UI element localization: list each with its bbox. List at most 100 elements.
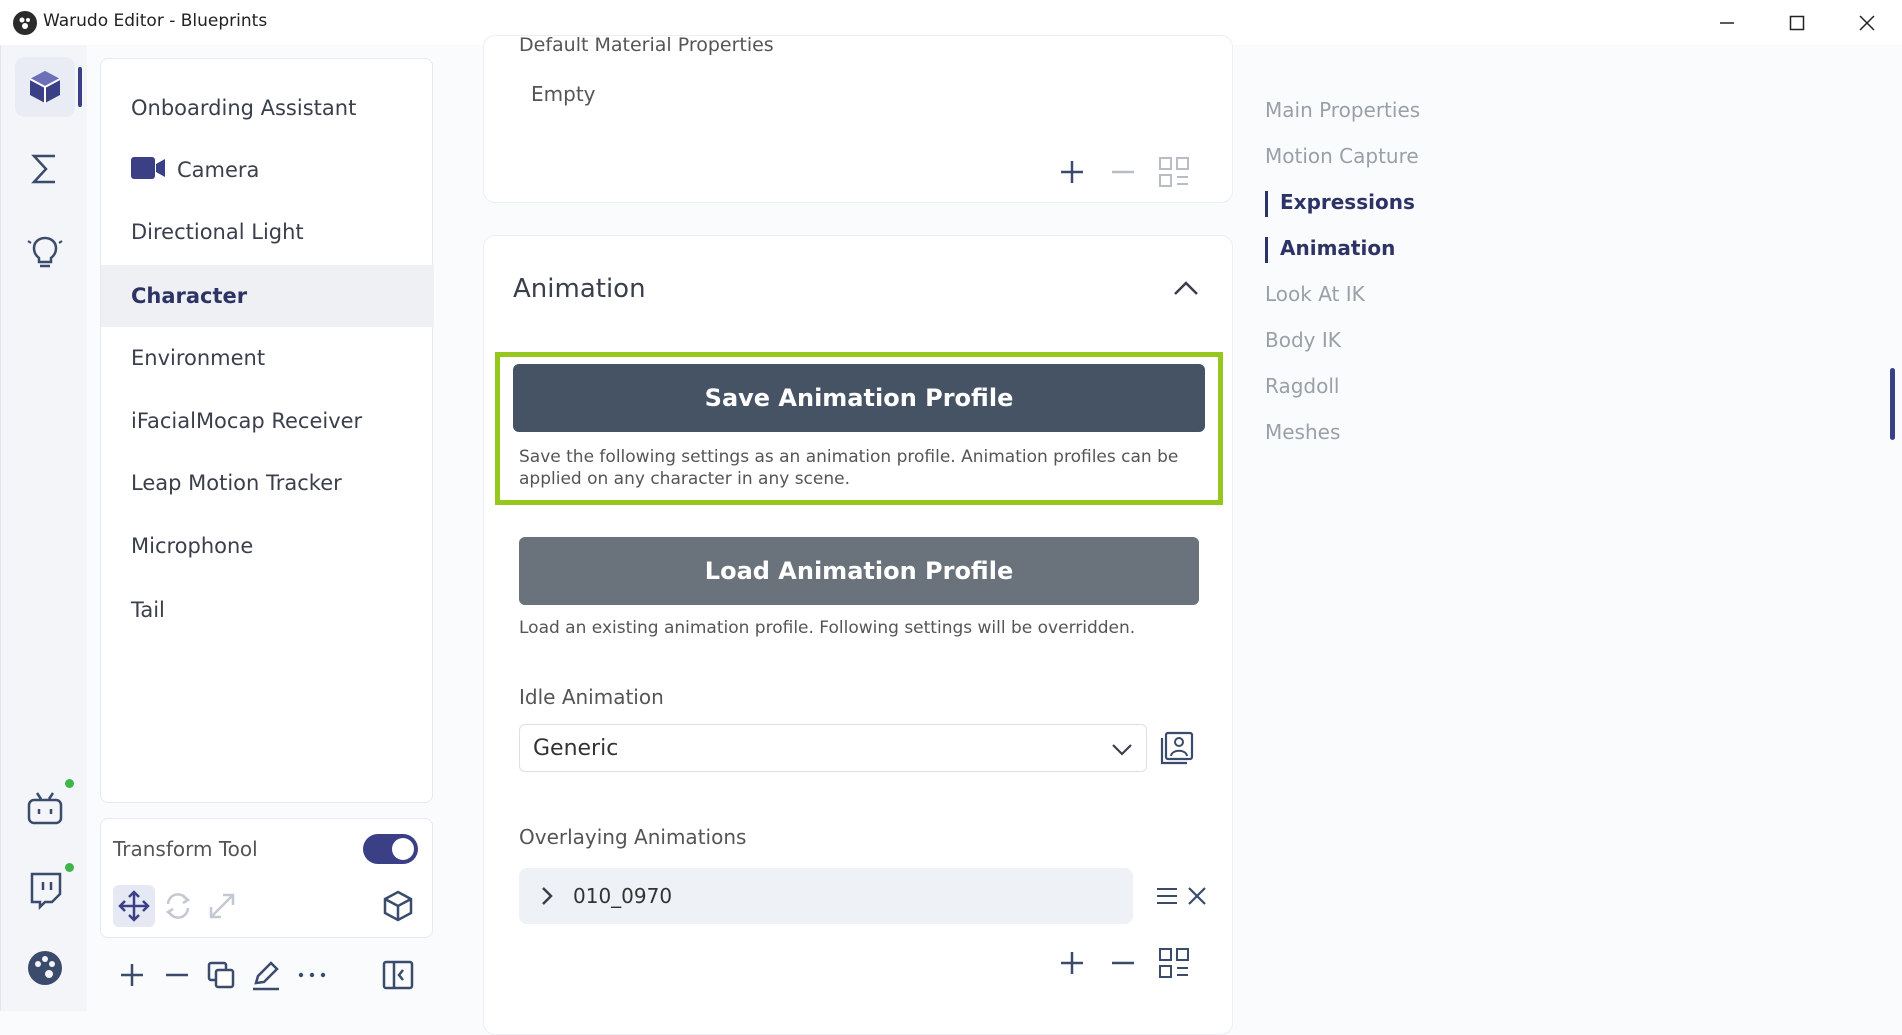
nav-item-onboarding-assistant[interactable]: Onboarding Assistant	[101, 77, 434, 139]
transform-tool-label: Transform Tool	[113, 837, 258, 861]
plus-icon	[1061, 952, 1083, 974]
toggle-knob	[392, 838, 414, 860]
plus-icon	[121, 964, 143, 986]
duplicate-icon	[207, 961, 235, 989]
nav-item-microphone[interactable]: Microphone	[101, 515, 434, 577]
properties-panel: Default Material Properties Empty Animat…	[483, 35, 1233, 1035]
entity-list-panel: Onboarding Assistant Camera Directional …	[100, 58, 434, 803]
nav-item-label: Onboarding Assistant	[131, 96, 357, 120]
rotate-tool-button[interactable]	[157, 885, 199, 927]
toc-expressions[interactable]: Expressions	[1265, 190, 1415, 217]
save-animation-profile-button[interactable]: Save Animation Profile	[513, 364, 1205, 432]
scale-tool-button[interactable]	[201, 885, 243, 927]
idle-animation-value: Generic	[533, 735, 619, 761]
nav-item-camera[interactable]: Camera	[101, 139, 434, 201]
nav-item-label: Directional Light	[131, 220, 304, 244]
pencil-icon	[253, 961, 279, 991]
toc-main-properties[interactable]: Main Properties	[1265, 98, 1420, 122]
drag-handle-icon	[1157, 888, 1177, 904]
move-tool-button[interactable]	[113, 885, 155, 927]
grid-list-icon	[1159, 157, 1189, 187]
sigma-button[interactable]	[15, 139, 75, 199]
toc-look-at-ik[interactable]: Look At IK	[1265, 282, 1365, 306]
transform-tool-toggle[interactable]	[363, 834, 418, 864]
remove-overlay-button[interactable]	[1177, 876, 1217, 916]
material-properties-card: Default Material Properties Empty	[483, 35, 1233, 203]
bilibili-status-dot	[65, 779, 74, 788]
material-grid-button[interactable]	[1154, 152, 1194, 192]
lightbulb-button[interactable]	[15, 221, 75, 281]
minimize-button[interactable]	[1692, 0, 1762, 45]
nav-item-label: iFacialMocap Receiver	[131, 409, 363, 433]
nav-item-character[interactable]: Character	[101, 265, 434, 327]
nav-item-environment[interactable]: Environment	[101, 327, 434, 389]
entity-action-bar	[100, 950, 433, 1000]
animation-section-title: Animation	[513, 274, 646, 304]
palette-icon	[28, 951, 62, 985]
nav-item-leap-motion-tracker[interactable]: Leap Motion Tracker	[101, 452, 434, 514]
nav-item-label: Character	[131, 284, 248, 308]
rename-entity-button[interactable]	[246, 955, 286, 995]
more-options-button[interactable]	[292, 955, 332, 995]
toc-motion-capture[interactable]: Motion Capture	[1265, 144, 1419, 168]
collapse-sidebar-button[interactable]	[378, 955, 418, 995]
nav-item-label: Camera	[177, 158, 260, 182]
chevron-right-icon[interactable]	[535, 884, 559, 913]
scrollbar-thumb[interactable]	[1890, 368, 1895, 440]
settings-palette-button[interactable]	[15, 938, 75, 998]
remove-overlay-list-button[interactable]	[1103, 943, 1143, 983]
browse-animation-button[interactable]	[1157, 728, 1197, 768]
remove-entity-button[interactable]	[157, 955, 197, 995]
add-entity-button[interactable]	[112, 955, 152, 995]
overlay-animation-item[interactable]: 010_0970	[519, 868, 1133, 924]
remove-material-button[interactable]	[1103, 152, 1143, 192]
duplicate-entity-button[interactable]	[201, 955, 241, 995]
idle-animation-select[interactable]: Generic	[519, 724, 1147, 772]
nav-item-tail[interactable]: Tail	[101, 579, 434, 641]
sigma-icon	[31, 154, 55, 184]
add-overlay-button[interactable]	[1052, 943, 1092, 983]
camera-icon	[131, 156, 165, 184]
expand-icon	[209, 893, 235, 919]
plus-icon	[1061, 161, 1083, 183]
cube-icon	[29, 71, 61, 103]
empty-list-label: Empty	[531, 82, 596, 106]
toc-ragdoll[interactable]: Ragdoll	[1265, 374, 1339, 398]
load-animation-profile-button[interactable]: Load Animation Profile	[519, 537, 1199, 605]
window-title: Warudo Editor - Blueprints	[43, 11, 268, 31]
local-space-button[interactable]	[377, 885, 419, 927]
animation-card: Animation Save Animation Profile Save th…	[483, 235, 1233, 1035]
maximize-button[interactable]	[1762, 0, 1832, 45]
image-gallery-icon	[1160, 731, 1194, 765]
idle-animation-label: Idle Animation	[519, 685, 664, 709]
minus-icon	[166, 973, 188, 977]
nav-item-directional-light[interactable]: Directional Light	[101, 201, 434, 263]
minus-icon	[1112, 961, 1134, 965]
nav-item-label: Environment	[131, 346, 266, 370]
save-profile-description: Save the following settings as an animat…	[519, 447, 1179, 489]
nav-item-ifacialmocap-receiver[interactable]: iFacialMocap Receiver	[101, 390, 434, 452]
overlay-animation-name: 010_0970	[573, 884, 673, 908]
rail-active-indicator	[78, 67, 82, 107]
bilibili-icon	[27, 792, 63, 825]
lightbulb-icon	[27, 236, 63, 268]
more-icon	[298, 972, 326, 978]
move-icon	[118, 890, 150, 922]
toc-animation[interactable]: Animation	[1265, 236, 1395, 263]
toc-body-ik[interactable]: Body IK	[1265, 328, 1341, 352]
app-logo-icon	[13, 11, 37, 35]
toc-meshes[interactable]: Meshes	[1265, 420, 1340, 444]
scene-cube-button[interactable]	[15, 57, 75, 117]
nav-item-label: Microphone	[131, 534, 254, 558]
activity-rail	[0, 45, 87, 1011]
overlaying-animations-label: Overlaying Animations	[519, 825, 747, 849]
chevron-up-icon	[1174, 281, 1198, 295]
collapse-animation-button[interactable]	[1164, 266, 1208, 310]
add-material-button[interactable]	[1052, 152, 1092, 192]
close-window-button[interactable]	[1832, 0, 1902, 45]
bilibili-button[interactable]	[15, 779, 75, 839]
overlay-grid-button[interactable]	[1154, 943, 1194, 983]
minus-icon	[1112, 170, 1134, 174]
cube-outline-icon	[383, 890, 413, 922]
grid-list-icon	[1159, 948, 1189, 978]
